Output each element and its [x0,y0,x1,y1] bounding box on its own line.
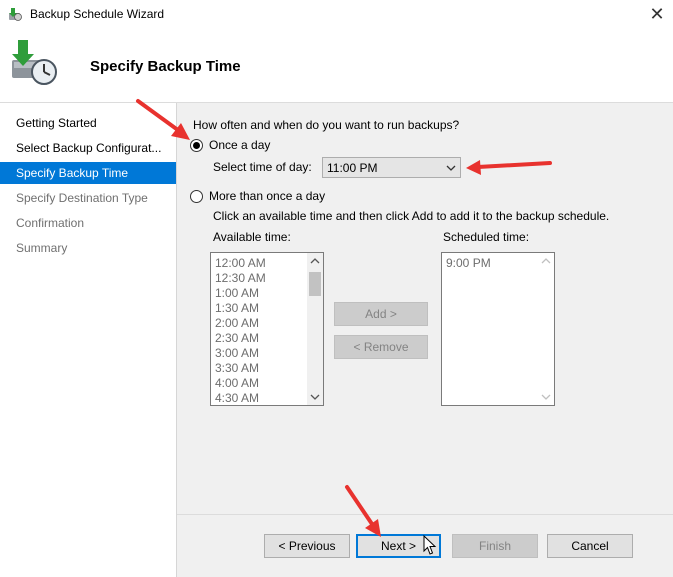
list-item[interactable]: 12:00 AM [215,256,266,270]
nav-item-select-backup-configuration[interactable]: Select Backup Configurat... [0,137,176,159]
list-item[interactable]: 1:00 AM [215,286,259,300]
close-icon[interactable]: ✕ [641,0,673,28]
nav-item-summary: Summary [16,241,68,255]
list-item[interactable]: 3:00 AM [215,346,259,360]
mouse-cursor-icon [423,535,437,555]
nav-item-specify-backup-time[interactable]: Specify Backup Time [0,162,176,184]
wizard-nav: Getting Started Select Backup Configurat… [0,103,177,577]
list-item[interactable]: 2:30 AM [215,331,259,345]
wizard-content: How often and when do you want to run ba… [177,103,673,577]
window-title: Backup Schedule Wizard [30,7,165,21]
finish-button[interactable]: Finish [452,534,538,558]
scroll-up-icon [541,258,551,264]
add-button[interactable]: Add > [334,302,428,326]
nav-item-getting-started[interactable]: Getting Started [0,112,176,134]
schedule-instruction: Click an available time and then click A… [213,209,610,223]
nav-item-specify-destination-type: Specify Destination Type [16,191,148,205]
time-of-day-value: 11:00 PM [327,161,378,175]
scheduled-list-scrollbar [538,253,554,405]
list-item[interactable]: 3:30 AM [215,361,259,375]
scheduled-time-list[interactable]: 9:00 PM [441,252,555,406]
once-a-day-radio[interactable] [190,139,203,152]
time-of-day-label: Select time of day: [213,160,312,174]
list-item[interactable]: 9:00 PM [446,256,491,270]
scroll-down-icon[interactable] [310,393,320,401]
once-a-day-label[interactable]: Once a day [209,138,270,152]
chevron-down-icon [446,165,456,171]
cancel-button[interactable]: Cancel [547,534,633,558]
available-time-label: Available time: [213,230,291,244]
list-item[interactable]: 1:30 AM [215,301,259,315]
scroll-up-icon[interactable] [310,257,320,265]
scroll-thumb[interactable] [309,272,321,296]
frequency-question: How often and when do you want to run ba… [193,118,460,132]
list-item[interactable]: 4:30 AM [215,391,259,405]
backup-wizard-icon [12,40,57,85]
available-time-list[interactable]: 12:00 AM 12:30 AM 1:00 AM 1:30 AM 2:00 A… [210,252,324,406]
list-item[interactable]: 2:00 AM [215,316,259,330]
scroll-down-icon [541,394,551,400]
previous-button[interactable]: < Previous [264,534,350,558]
footer-divider [177,514,673,515]
backup-app-icon [9,8,22,21]
wizard-header: Specify Backup Time [0,28,673,103]
more-than-once-radio[interactable] [190,190,203,203]
time-of-day-dropdown[interactable]: 11:00 PM [322,157,461,178]
title-bar: Backup Schedule Wizard ✕ [0,0,673,28]
available-list-scrollbar[interactable] [307,253,323,405]
nav-item-confirmation: Confirmation [16,216,85,230]
page-title: Specify Backup Time [90,58,241,75]
scheduled-time-label: Scheduled time: [443,230,530,244]
list-item[interactable]: 12:30 AM [215,271,266,285]
more-than-once-label[interactable]: More than once a day [209,189,325,203]
list-item[interactable]: 4:00 AM [215,376,259,390]
remove-button[interactable]: < Remove [334,335,428,359]
